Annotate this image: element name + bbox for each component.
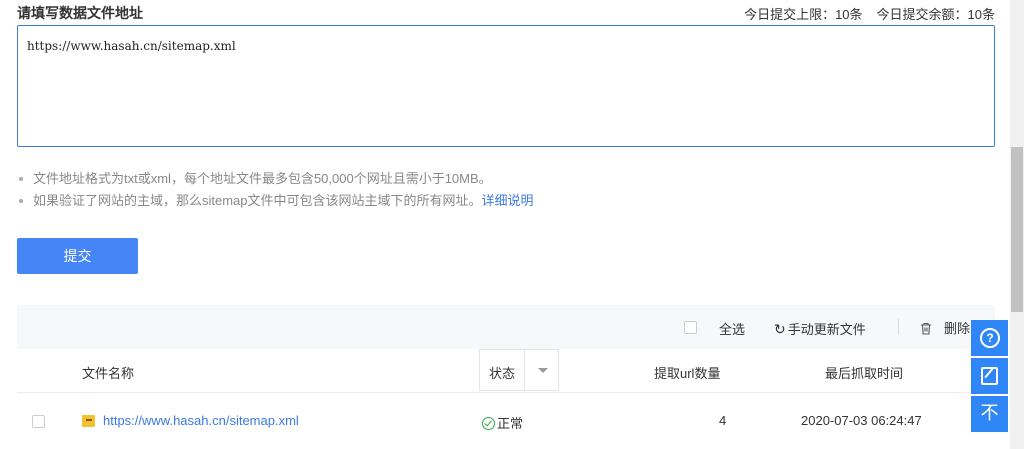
floating-toolbar: ? 不 — [971, 320, 1008, 432]
select-all-label[interactable]: 全选 — [719, 319, 745, 338]
help-icon: ? — [980, 328, 1000, 348]
refresh-label: 手动更新文件 — [787, 322, 866, 337]
tips-list: 文件地址格式为txt或xml，每个地址文件最多包含50,000个网址且需小于10… — [17, 168, 534, 212]
status-badge: 正常 — [482, 413, 523, 432]
delete-label: 删除 — [944, 321, 971, 336]
quota-info: 今日提交上限：10条 今日提交余额：10条 — [730, 4, 995, 23]
url-count-value: 4 — [719, 413, 727, 428]
tip-item: 如果验证了网站的主域，那么sitemap文件中可包含该网站主域下的所有网址。详细… — [17, 190, 534, 212]
status-text: 正常 — [497, 416, 524, 431]
scrollbar-thumb[interactable] — [1011, 147, 1023, 312]
help-button[interactable]: ? — [971, 320, 1008, 356]
table-header: 文件名称 状态 提取url数量 最后抓取时间 — [17, 349, 995, 393]
last-crawl-value: 2020-07-03 06:24:47 — [801, 413, 922, 428]
submit-button[interactable]: 提交 — [17, 238, 138, 274]
row-checkbox[interactable] — [32, 415, 45, 428]
check-circle-icon — [482, 417, 495, 430]
trash-icon — [921, 322, 931, 335]
refresh-button[interactable]: ↻ 手动更新文件 — [774, 319, 866, 338]
sitemap-table: 全选 ↻ 手动更新文件 删除 文件名称 状态 提取url数量 最后抓取时间 htt… — [17, 305, 995, 449]
chevron-down-icon — [538, 368, 548, 373]
dropdown-divider — [524, 350, 525, 390]
file-link[interactable]: https://www.hasah.cn/sitemap.xml — [103, 413, 299, 428]
status-filter-dropdown[interactable]: 状态 — [479, 349, 559, 391]
file-icon — [82, 415, 95, 427]
column-url-count: 提取url数量 — [654, 366, 721, 381]
tip-text: 如果验证了网站的主域，那么sitemap文件中可包含该网站主域下的所有网址。 — [33, 193, 482, 208]
back-to-top-icon: 不 — [980, 403, 999, 423]
sitemap-url-input[interactable]: https://www.hasah.cn/sitemap.xml — [17, 25, 995, 147]
delete-button[interactable]: 删除 — [920, 318, 970, 337]
refresh-icon: ↻ — [774, 321, 786, 337]
table-toolbar: 全选 ↻ 手动更新文件 删除 — [17, 305, 995, 349]
toolbar-divider — [898, 319, 899, 335]
feedback-button[interactable] — [971, 358, 1008, 394]
edit-icon — [981, 367, 998, 385]
quota-limit: 今日提交上限：10条 — [744, 7, 863, 22]
column-last-crawl: 最后抓取时间 — [825, 366, 904, 381]
section-title: 请填写数据文件地址 — [17, 5, 143, 21]
column-filename: 文件名称 — [82, 366, 135, 381]
detail-link[interactable]: 详细说明 — [482, 193, 534, 208]
column-status: 状态 — [489, 366, 516, 381]
select-all-checkbox[interactable] — [684, 321, 697, 334]
tip-text: 文件地址格式为txt或xml，每个地址文件最多包含50,000个网址且需小于10… — [33, 171, 492, 186]
quota-remaining: 今日提交余额：10条 — [876, 7, 995, 22]
tip-item: 文件地址格式为txt或xml，每个地址文件最多包含50,000个网址且需小于10… — [17, 168, 534, 190]
table-row: https://www.hasah.cn/sitemap.xml 正常 4 20… — [17, 393, 995, 449]
back-to-top-button[interactable]: 不 — [971, 396, 1008, 432]
